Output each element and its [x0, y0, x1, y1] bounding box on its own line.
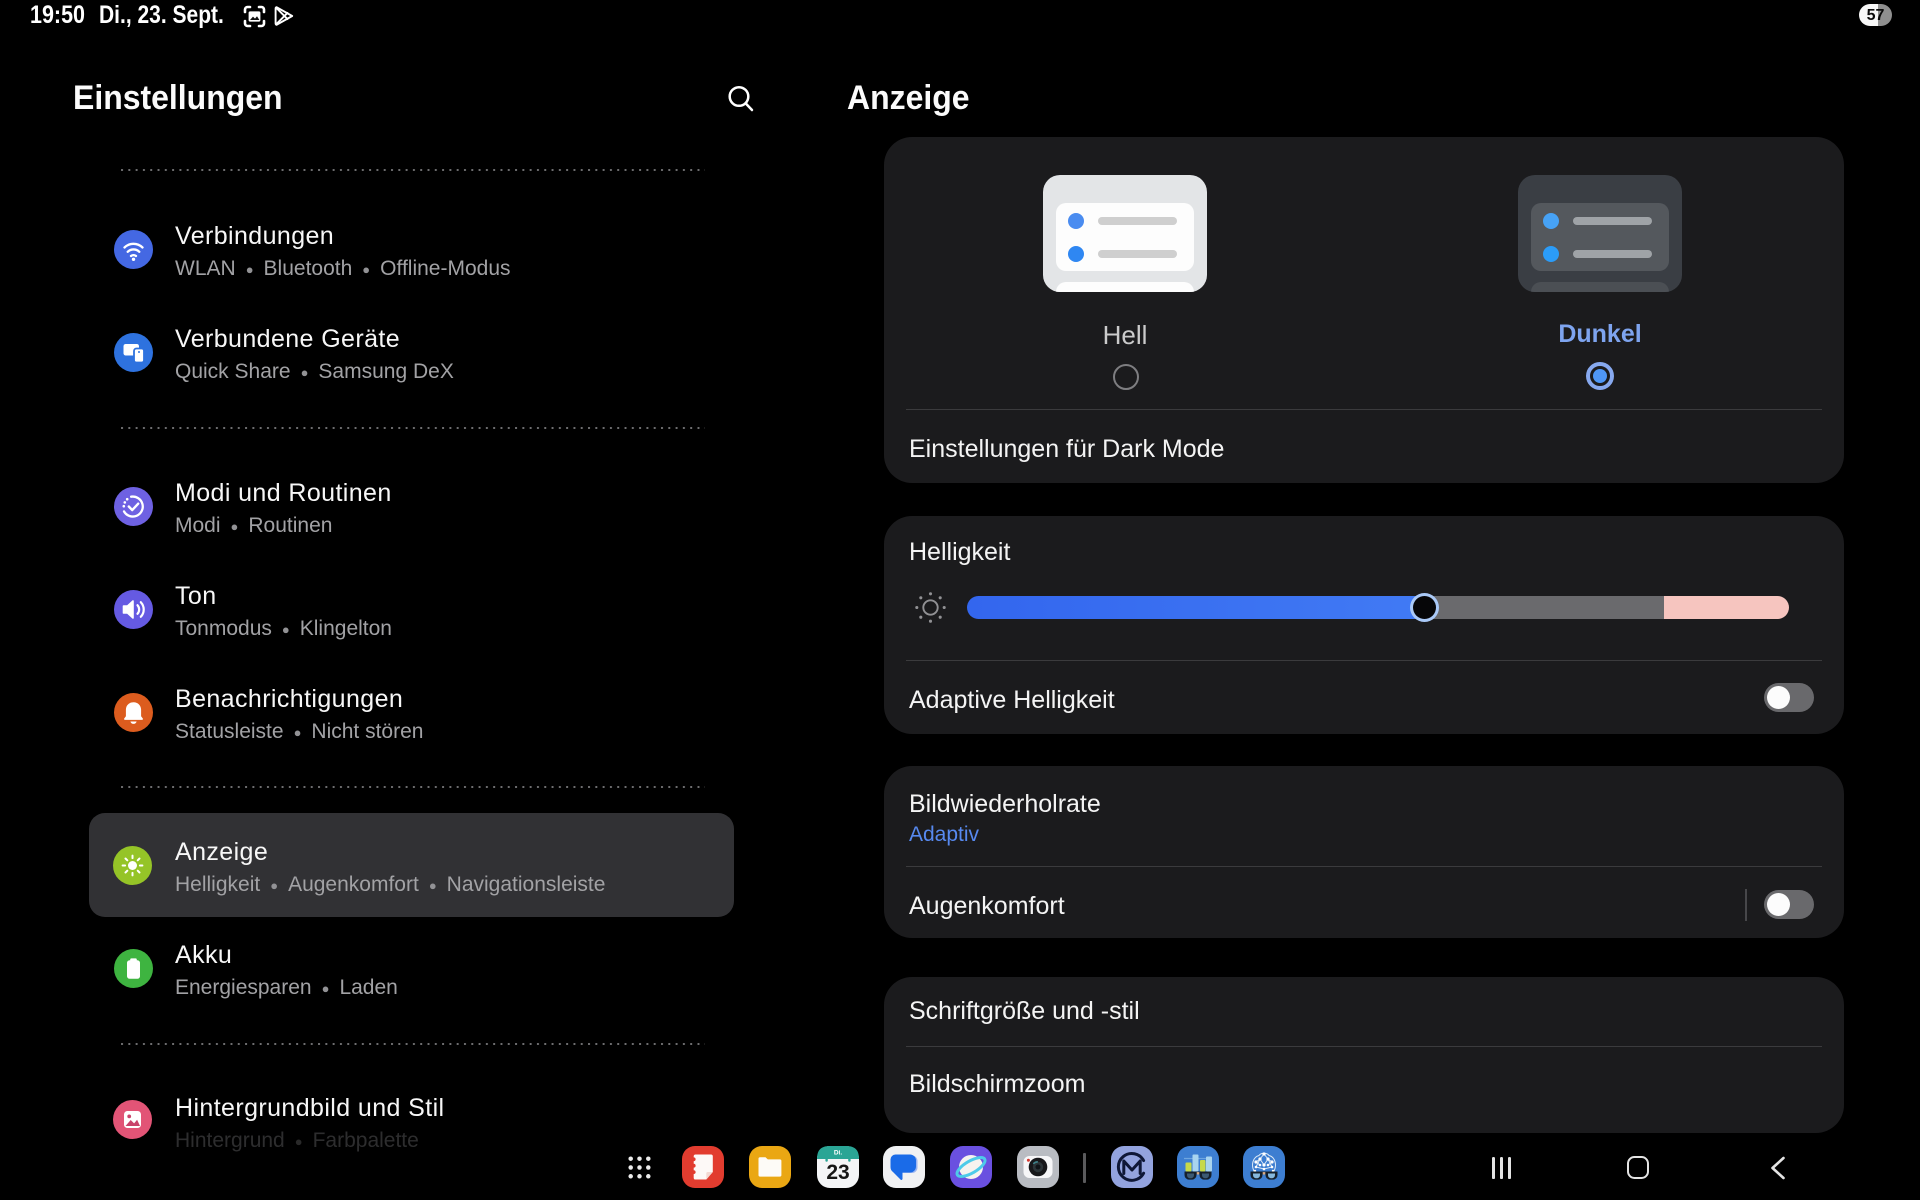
svg-text:23: 23 [826, 1161, 849, 1184]
svg-text:Di.: Di. [834, 1150, 843, 1157]
